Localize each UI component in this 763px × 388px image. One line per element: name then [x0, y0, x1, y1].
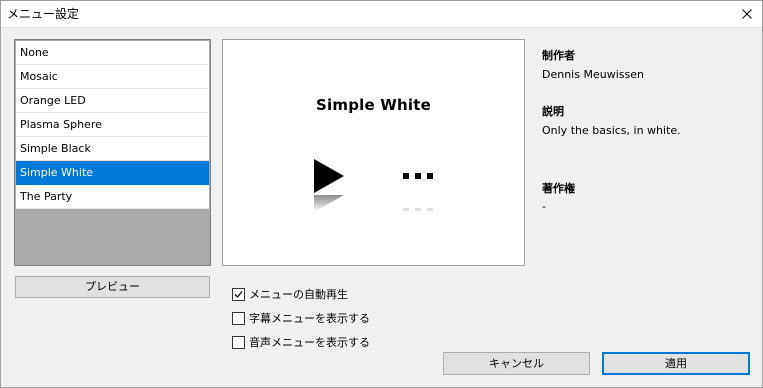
audio-menu-checkbox[interactable] [232, 335, 245, 349]
author-value: Dennis Meuwissen [542, 68, 644, 81]
cancel-button[interactable]: キャンセル [443, 352, 590, 375]
subtitle-menu-option[interactable]: 字幕メニューを表示する [232, 310, 370, 326]
description-label: 説明 [542, 105, 564, 118]
audio-menu-option[interactable]: 音声メニューを表示する [232, 334, 370, 350]
copyright-label: 著作権 [542, 182, 575, 195]
list-item-plasma-sphere[interactable]: Plasma Sphere [16, 113, 209, 137]
list-item-the-party[interactable]: The Party [16, 185, 209, 209]
play-icon [314, 159, 344, 212]
author-label: 制作者 [542, 49, 575, 62]
preview-graphics [314, 159, 433, 212]
menu-preview-panel: Simple White [222, 39, 525, 266]
list-item-simple-black[interactable]: Simple Black [16, 137, 209, 161]
checkmark-icon [234, 290, 243, 298]
apply-button[interactable]: 適用 [602, 352, 750, 375]
dialog-window: メニュー設定 None Mosaic Orange LED Plasma Sph… [0, 0, 763, 388]
preview-button[interactable]: プレビュー [15, 276, 210, 298]
subtitle-menu-label: 字幕メニューを表示する [249, 312, 370, 325]
list-item-simple-white[interactable]: Simple White [16, 161, 209, 185]
menu-theme-list[interactable]: None Mosaic Orange LED Plasma Sphere Sim… [14, 39, 211, 266]
ellipsis-icon [403, 173, 433, 211]
subtitle-menu-checkbox[interactable] [232, 311, 245, 325]
title-bar: メニュー設定 [1, 1, 762, 28]
close-button[interactable] [732, 1, 762, 27]
close-icon [742, 9, 752, 19]
list-item-mosaic[interactable]: Mosaic [16, 65, 209, 89]
window-title: メニュー設定 [7, 7, 80, 21]
list-item-none[interactable]: None [16, 41, 209, 65]
autoplay-checkbox[interactable] [232, 287, 245, 301]
copyright-value: - [542, 200, 546, 213]
description-value: Only the basics, in white. [542, 124, 681, 137]
autoplay-label: メニューの自動再生 [249, 288, 348, 301]
list-item-orange-led[interactable]: Orange LED [16, 89, 209, 113]
autoplay-option[interactable]: メニューの自動再生 [232, 286, 348, 302]
audio-menu-label: 音声メニューを表示する [249, 336, 370, 349]
